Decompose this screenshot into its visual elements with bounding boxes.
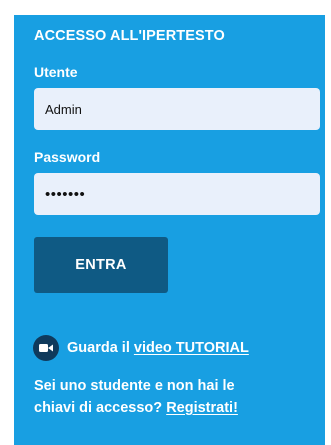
login-panel: ACCESSO ALL'IPERTESTO Utente Password EN… (14, 15, 325, 445)
signup-line2: chiavi di accesso? (34, 400, 163, 416)
username-input[interactable] (34, 88, 320, 130)
register-link[interactable]: Registrati! (166, 400, 238, 416)
tutorial-row: Guarda il video TUTORIAL (33, 335, 249, 361)
login-button[interactable]: ENTRA (34, 237, 168, 293)
password-input[interactable] (34, 173, 320, 215)
video-tutorial-link[interactable]: video TUTORIAL (134, 340, 249, 356)
video-camera-icon[interactable] (33, 335, 59, 361)
signup-text: Sei uno studente e non hai le chiavi di … (34, 375, 320, 419)
signup-line1: Sei uno studente e non hai le (34, 378, 235, 394)
tutorial-text: Guarda il (67, 340, 130, 356)
password-label: Password (34, 149, 101, 165)
username-label: Utente (34, 64, 78, 80)
login-title: ACCESSO ALL'IPERTESTO (34, 28, 225, 44)
